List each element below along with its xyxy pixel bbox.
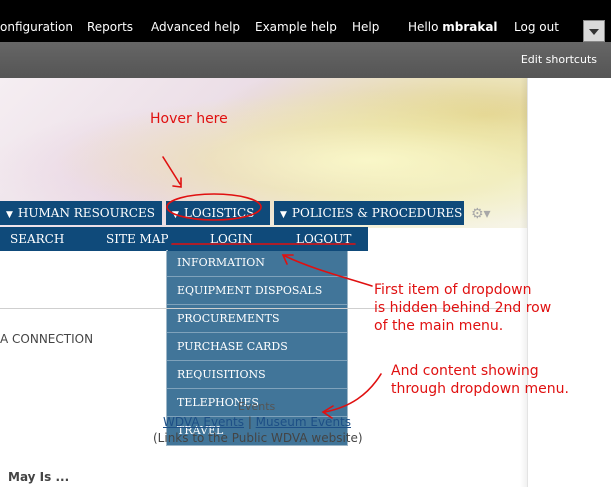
menu-item-login[interactable]: LOGIN xyxy=(168,227,270,251)
menu-item-human-resources[interactable]: ▼ HUMAN RESOURCES xyxy=(0,201,162,225)
link-separator: | xyxy=(244,415,256,429)
gear-icon[interactable]: ⚙▾ xyxy=(471,206,495,222)
dropdown-item-equipment-disposals[interactable]: EQUIPMENT DISPOSALS xyxy=(167,277,347,305)
edit-shortcuts-link[interactable]: Edit shortcuts xyxy=(521,53,597,66)
annotation-line: is hidden behind 2nd row xyxy=(374,300,552,316)
public-site-note: (Links to the Public WDVA website) xyxy=(153,431,363,445)
dropdown-item-information[interactable]: INFORMATION xyxy=(167,249,347,277)
annotation-content-showing: And content showing through dropdown men… xyxy=(391,362,569,398)
menu-label: LOGISTICS xyxy=(183,206,255,220)
annotation-hover-here: Hover here xyxy=(150,111,228,127)
menu-item-search[interactable]: SEARCH xyxy=(0,227,98,251)
section-heading-connection: A CONNECTION xyxy=(0,332,94,346)
annotation-line: And content showing xyxy=(391,363,539,379)
user-greeting: Hello mbrakal xyxy=(408,20,498,34)
menu-item-logistics[interactable]: ▼ LOGISTICS xyxy=(166,201,270,225)
toolbar-item-advanced-help[interactable]: Advanced help xyxy=(151,20,240,34)
toolbar-item-help[interactable]: Help xyxy=(352,20,379,34)
toolbar-item-example-help[interactable]: Example help xyxy=(255,20,337,34)
annotation-first-item: First item of dropdown is hidden behind … xyxy=(374,281,551,335)
wdva-events-link[interactable]: WDVA Events xyxy=(163,415,244,429)
menu-label: POLICIES & PROCEDURES xyxy=(291,206,463,220)
annotation-line: of the main menu. xyxy=(374,318,504,334)
menu-item-policies-procedures[interactable]: ▼ POLICIES & PROCEDURES xyxy=(274,201,464,225)
shortcuts-bar: Edit shortcuts xyxy=(0,42,611,78)
toolbar-item-configuration[interactable]: onfiguration xyxy=(0,20,73,34)
museum-events-link[interactable]: Museum Events xyxy=(256,415,351,429)
toolbar-item-reports[interactable]: Reports xyxy=(87,20,133,34)
menu-item-logout[interactable]: LOGOUT xyxy=(270,227,368,251)
annotation-line: through dropdown menu. xyxy=(391,381,569,397)
admin-toolbar: onfiguration Reports Advanced help Examp… xyxy=(0,0,611,42)
greeting-prefix: Hello xyxy=(408,20,443,34)
username[interactable]: mbrakal xyxy=(442,20,497,34)
chevron-down-icon: ▼ xyxy=(172,210,179,220)
dropdown-item-procurements[interactable]: PROCUREMENTS xyxy=(167,305,347,333)
menu-label: HUMAN RESOURCES xyxy=(17,206,155,220)
chevron-down-icon: ▼ xyxy=(6,210,13,220)
toolbar-toggle-chevron-down-icon[interactable] xyxy=(583,20,605,42)
logout-link[interactable]: Log out xyxy=(514,20,559,34)
chevron-down-icon: ▼ xyxy=(280,210,287,220)
annotation-line: First item of dropdown xyxy=(374,282,532,298)
events-heading: Events xyxy=(238,400,276,413)
menu-item-site-map[interactable]: SITE MAP xyxy=(98,227,169,251)
dropdown-item-purchase-cards[interactable]: PURCHASE CARDS xyxy=(167,333,347,361)
may-is-heading: May Is ... xyxy=(8,470,70,484)
events-links: WDVA Events | Museum Events xyxy=(163,415,351,429)
dropdown-item-requisitions[interactable]: REQUISITIONS xyxy=(167,361,347,389)
